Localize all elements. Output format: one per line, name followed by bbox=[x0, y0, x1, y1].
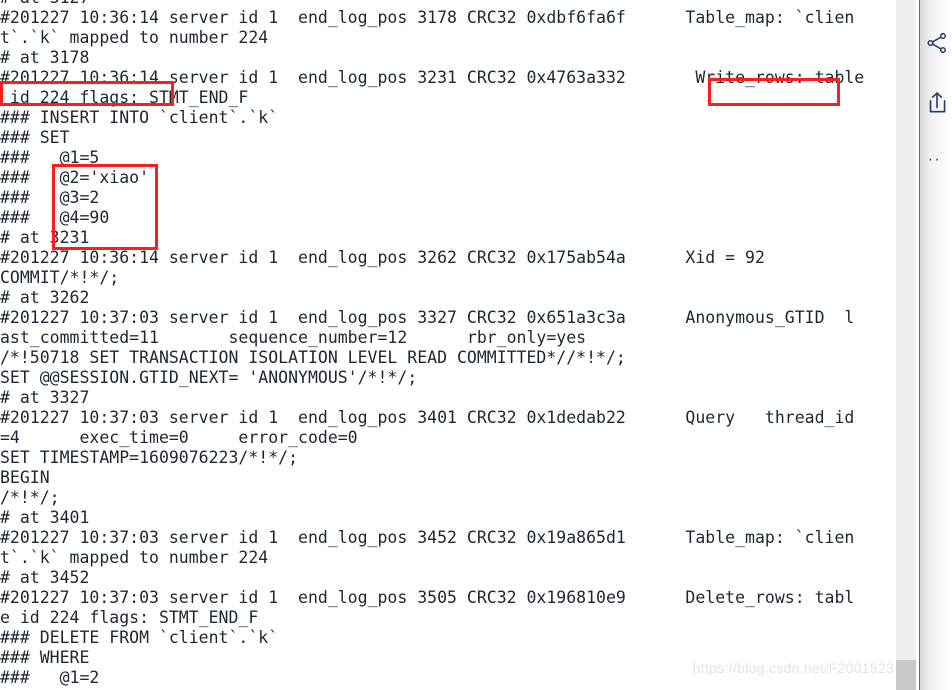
export-icon[interactable] bbox=[924, 90, 950, 116]
log-line: #201227 10:36:14 server id 1 end_log_pos… bbox=[0, 68, 865, 87]
log-line: #201227 10:36:14 server id 1 end_log_pos… bbox=[0, 8, 855, 27]
log-line: # at 3127 bbox=[0, 0, 896, 8]
right-side-strip: ·· bbox=[896, 0, 952, 690]
log-line: SET @@SESSION.GTID_NEXT= 'ANONYMOUS'/*!*… bbox=[0, 368, 418, 387]
log-line: ### SET bbox=[0, 128, 70, 147]
share-icon[interactable] bbox=[924, 30, 950, 56]
log-line: #201227 10:37:03 server id 1 end_log_pos… bbox=[0, 528, 855, 547]
vertical-scrollbar-thumb[interactable] bbox=[896, 660, 916, 690]
log-line: ### @1=5 bbox=[0, 148, 100, 167]
log-line: e id 224 flags: STMT_END_F bbox=[0, 608, 259, 627]
log-line: id 224 flags: STMT_END_F bbox=[0, 88, 249, 107]
site-watermark: https://blog.csdn.net/F2001523 bbox=[692, 660, 894, 676]
log-line: #201227 10:37:03 server id 1 end_log_pos… bbox=[0, 408, 855, 427]
log-line: # at 3178 bbox=[0, 48, 90, 67]
log-line: BEGIN bbox=[0, 468, 50, 487]
log-line: ### @2='xiao' bbox=[0, 168, 150, 187]
log-line: #201227 10:37:03 server id 1 end_log_pos… bbox=[0, 588, 855, 607]
log-line: ### @4=90 bbox=[0, 208, 110, 227]
log-line: #201227 10:36:14 server id 1 end_log_pos… bbox=[0, 248, 765, 267]
log-line: ### DELETE FROM `client`.`k` bbox=[0, 628, 279, 647]
log-line: =4 exec_time=0 error_code=0 bbox=[0, 428, 358, 447]
log-line: ### INSERT INTO `client`.`k` bbox=[0, 108, 279, 127]
log-text-viewport[interactable]: # at 3127#201227 10:36:14 server id 1 en… bbox=[0, 0, 896, 690]
log-line: /*!50718 SET TRANSACTION ISOLATION LEVEL… bbox=[0, 348, 626, 367]
log-lines-container: # at 3127#201227 10:36:14 server id 1 en… bbox=[0, 0, 896, 688]
log-line: # at 3327 bbox=[0, 388, 90, 407]
log-line: t`.`k` mapped to number 224 bbox=[0, 548, 269, 567]
log-line: # at 3452 bbox=[0, 568, 90, 587]
log-line: SET TIMESTAMP=1609076223/*!*/; bbox=[0, 448, 299, 467]
more-icon[interactable]: ·· bbox=[928, 153, 942, 168]
vertical-scrollbar-track[interactable] bbox=[896, 0, 916, 690]
log-line: ### @3=2 bbox=[0, 188, 100, 207]
log-line: # at 3262 bbox=[0, 288, 90, 307]
log-line: /*!*/; bbox=[0, 488, 60, 507]
log-viewer-window: # at 3127#201227 10:36:14 server id 1 en… bbox=[0, 0, 952, 690]
log-line: # at 3401 bbox=[0, 508, 90, 527]
log-line: #201227 10:37:03 server id 1 end_log_pos… bbox=[0, 308, 855, 327]
log-line: t`.`k` mapped to number 224 bbox=[0, 28, 269, 47]
log-line: # at 3231 bbox=[0, 228, 90, 247]
log-line: ast_committed=11 sequence_number=12 rbr_… bbox=[0, 328, 587, 347]
log-line: COMMIT/*!*/; bbox=[0, 268, 120, 287]
